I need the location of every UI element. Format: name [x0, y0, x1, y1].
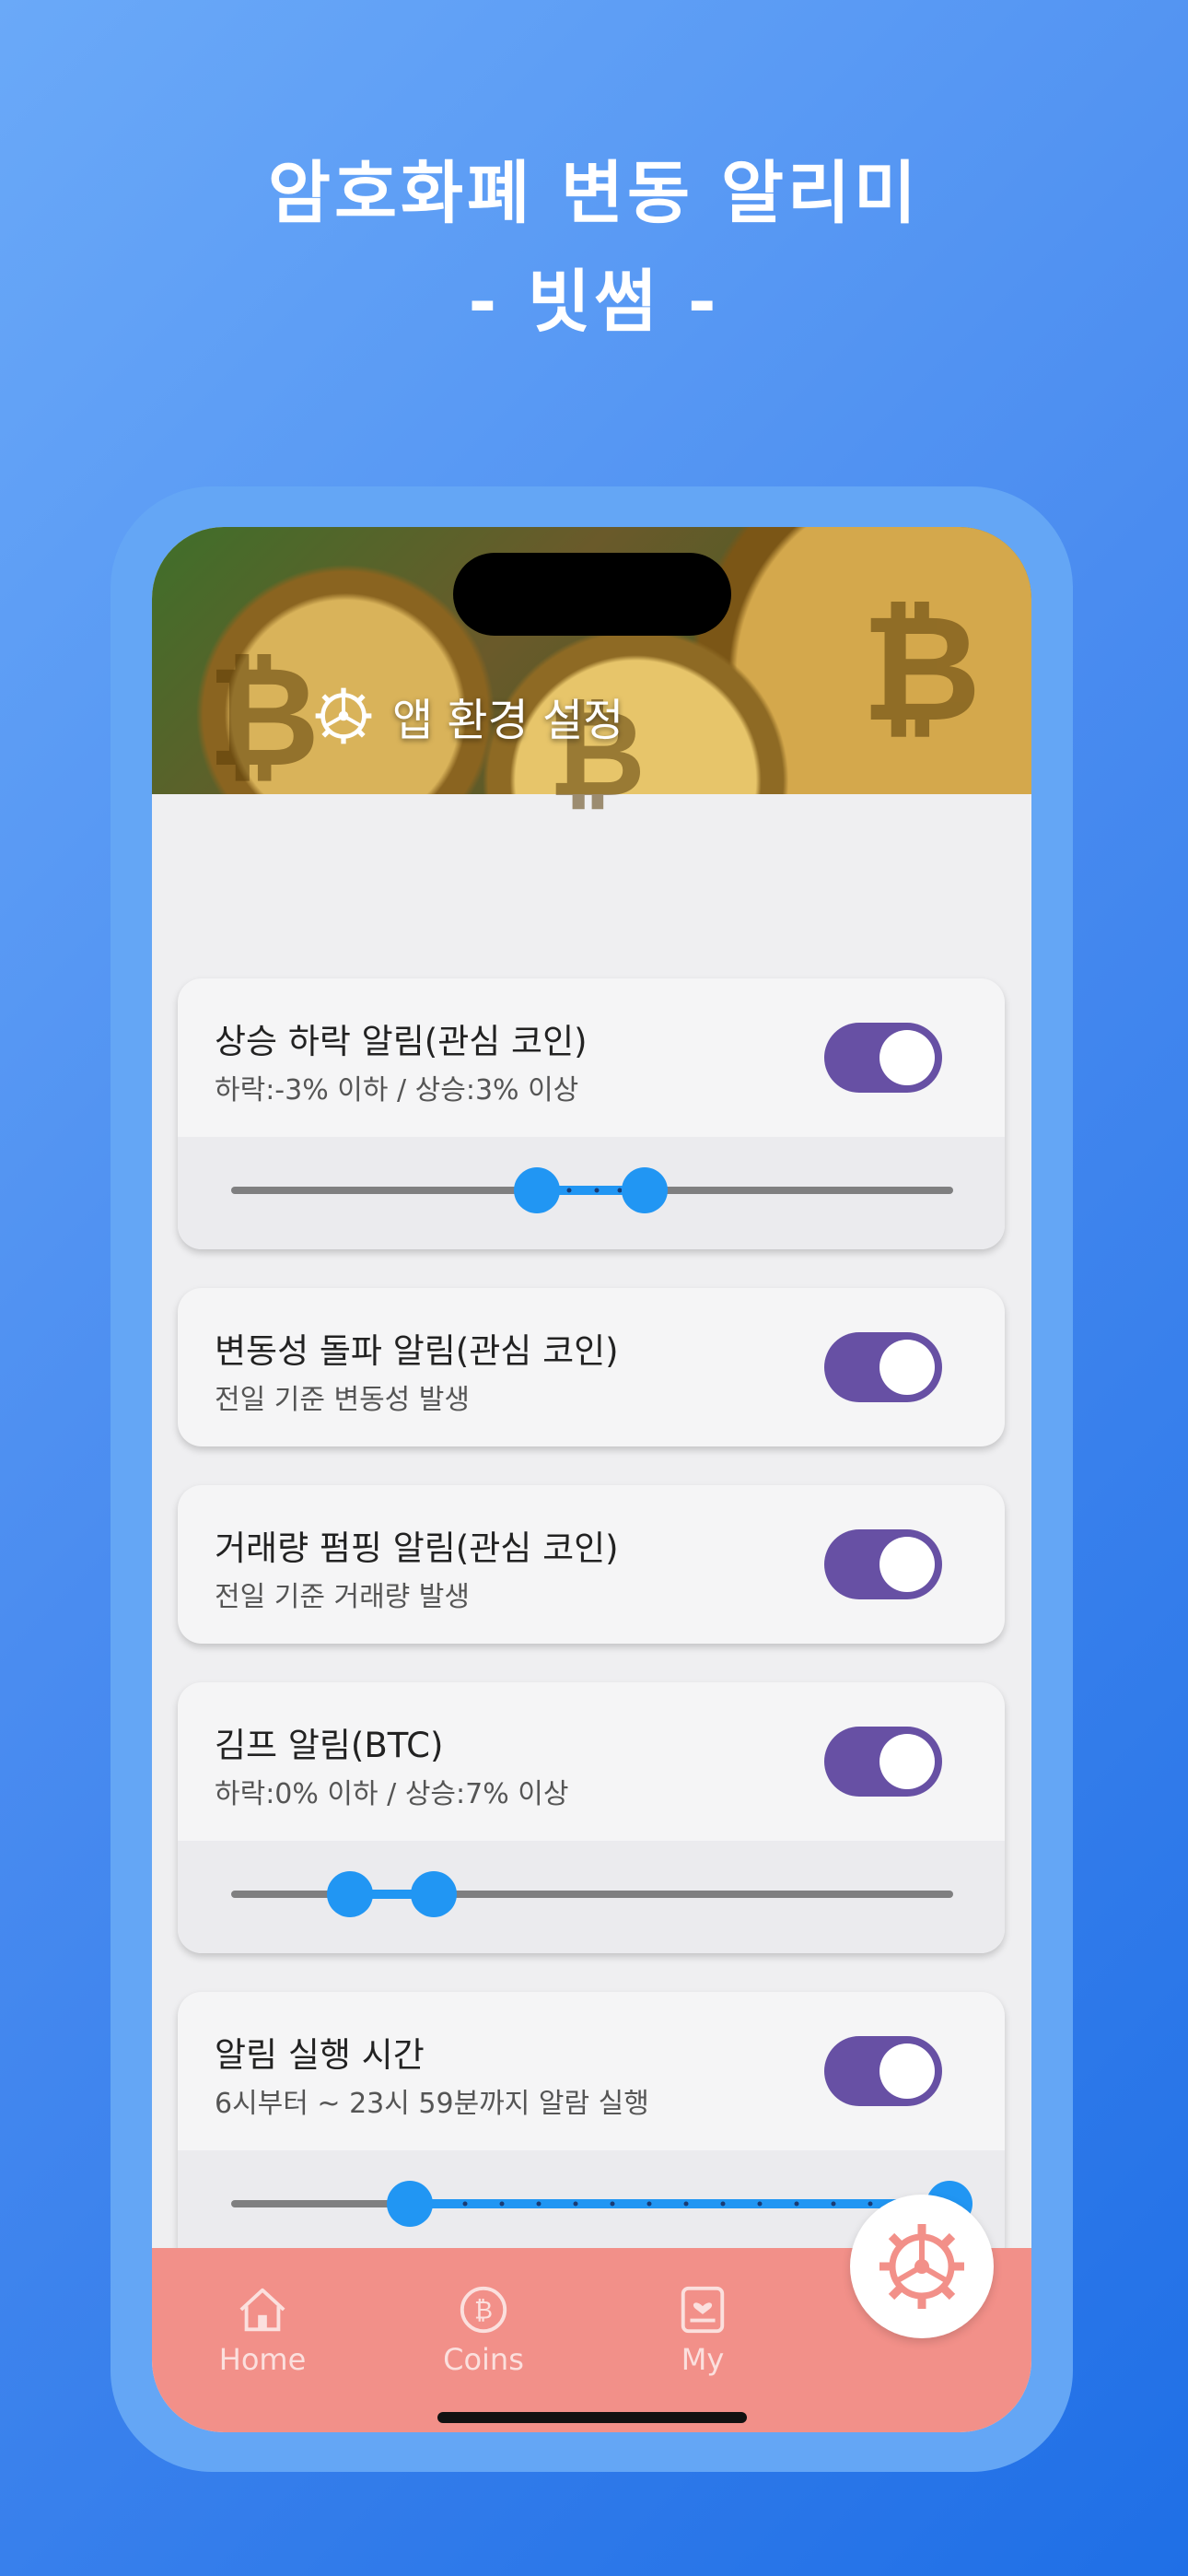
- settings-wheel-icon: [315, 687, 372, 744]
- range-low-thumb[interactable]: [327, 1871, 373, 1917]
- run-time-toggle[interactable]: [824, 2036, 942, 2106]
- nav-item-coins[interactable]: ₿ Coins: [410, 2283, 557, 2377]
- bitcoin-coin-image-right: ₿: [861, 582, 982, 755]
- card-title: 상승 하락 알림(관심 코인): [215, 1022, 588, 1061]
- card-kimchi-premium-alert: 김프 알림(BTC) 하락:0% 이하 / 상승:7% 이상: [178, 1682, 1005, 1953]
- bitcoin-coin-icon: ₿: [460, 2286, 507, 2334]
- range-low-thumb[interactable]: [387, 2181, 433, 2227]
- header-title-row: 앱 환경 설정: [313, 684, 623, 748]
- kimchi-premium-slider-area: [178, 1841, 1005, 1953]
- promo-title-line2: - 빗썸 -: [468, 263, 720, 342]
- card-volatility-breakout-alert: 변동성 돌파 알림(관심 코인) 전일 기준 변동성 발생: [178, 1288, 1005, 1446]
- kimchi-premium-range-slider[interactable]: [178, 1841, 1005, 1953]
- toggle-knob: [879, 2043, 935, 2099]
- nav-item-my[interactable]: My: [629, 2283, 776, 2377]
- toggle-knob: [879, 1030, 935, 1085]
- rise-fall-range-slider-area: [178, 1137, 1005, 1249]
- card-title: 김프 알림(BTC): [215, 1726, 444, 1765]
- volume-alert-toggle[interactable]: [824, 1529, 942, 1599]
- card-title: 변동성 돌파 알림(관심 코인): [215, 1331, 619, 1371]
- range-high-thumb[interactable]: [411, 1871, 457, 1917]
- toggle-knob: [879, 1340, 935, 1395]
- promo-title-line1: 암호화폐 변동 알리미: [267, 154, 921, 233]
- my-heart-card-icon: [681, 2286, 725, 2334]
- volatility-alert-toggle[interactable]: [824, 1332, 942, 1402]
- home-indicator: [437, 2412, 747, 2423]
- app-screen: ₿ ₿ ₿ 앱 환경 설정 상승 하락 알림(관심 코인) 하락:-3% 이하 …: [152, 527, 1031, 2432]
- nav-label-home: Home: [218, 2342, 307, 2377]
- card-subtitle: 하락:-3% 이하 / 상승:3% 이상: [215, 1074, 579, 1107]
- home-icon: [239, 2288, 285, 2332]
- card-subtitle: 전일 기준 거래량 발생: [215, 1581, 471, 1613]
- card-subtitle: 하락:0% 이하 / 상승:7% 이상: [215, 1778, 569, 1810]
- kimchi-premium-alert-toggle[interactable]: [824, 1727, 942, 1797]
- settings-wheel-icon: [879, 2224, 964, 2309]
- svg-text:₿: ₿: [474, 2297, 493, 2325]
- toggle-knob: [879, 1734, 935, 1789]
- range-low-thumb[interactable]: [514, 1167, 560, 1213]
- bitcoin-coin-image-left: ₿: [207, 638, 320, 798]
- range-high-thumb[interactable]: [622, 1167, 668, 1213]
- header-title: 앱 환경 설정: [392, 695, 624, 746]
- nav-item-home[interactable]: Home: [189, 2283, 336, 2377]
- card-title: 거래량 펌핑 알림(관심 코인): [215, 1528, 619, 1568]
- card-subtitle: 전일 기준 변동성 발생: [215, 1384, 471, 1416]
- rise-fall-range-slider[interactable]: [178, 1137, 1005, 1249]
- toggle-knob: [879, 1537, 935, 1592]
- card-rise-fall-alert: 상승 하락 알림(관심 코인) 하락:-3% 이하 / 상승:3% 이상: [178, 978, 1005, 1249]
- nav-label-my: My: [681, 2342, 725, 2377]
- card-subtitle: 6시부터 ~ 23시 59분까지 알람 실행: [215, 2088, 649, 2120]
- rise-fall-alert-toggle[interactable]: [824, 1023, 942, 1093]
- card-volume-pumping-alert: 거래량 펌핑 알림(관심 코인) 전일 기준 거래량 발생: [178, 1485, 1005, 1644]
- nav-label-coins: Coins: [443, 2342, 524, 2377]
- card-title: 알림 실행 시간: [215, 2035, 425, 2075]
- dynamic-island: [453, 553, 731, 636]
- settings-fab[interactable]: [850, 2195, 994, 2338]
